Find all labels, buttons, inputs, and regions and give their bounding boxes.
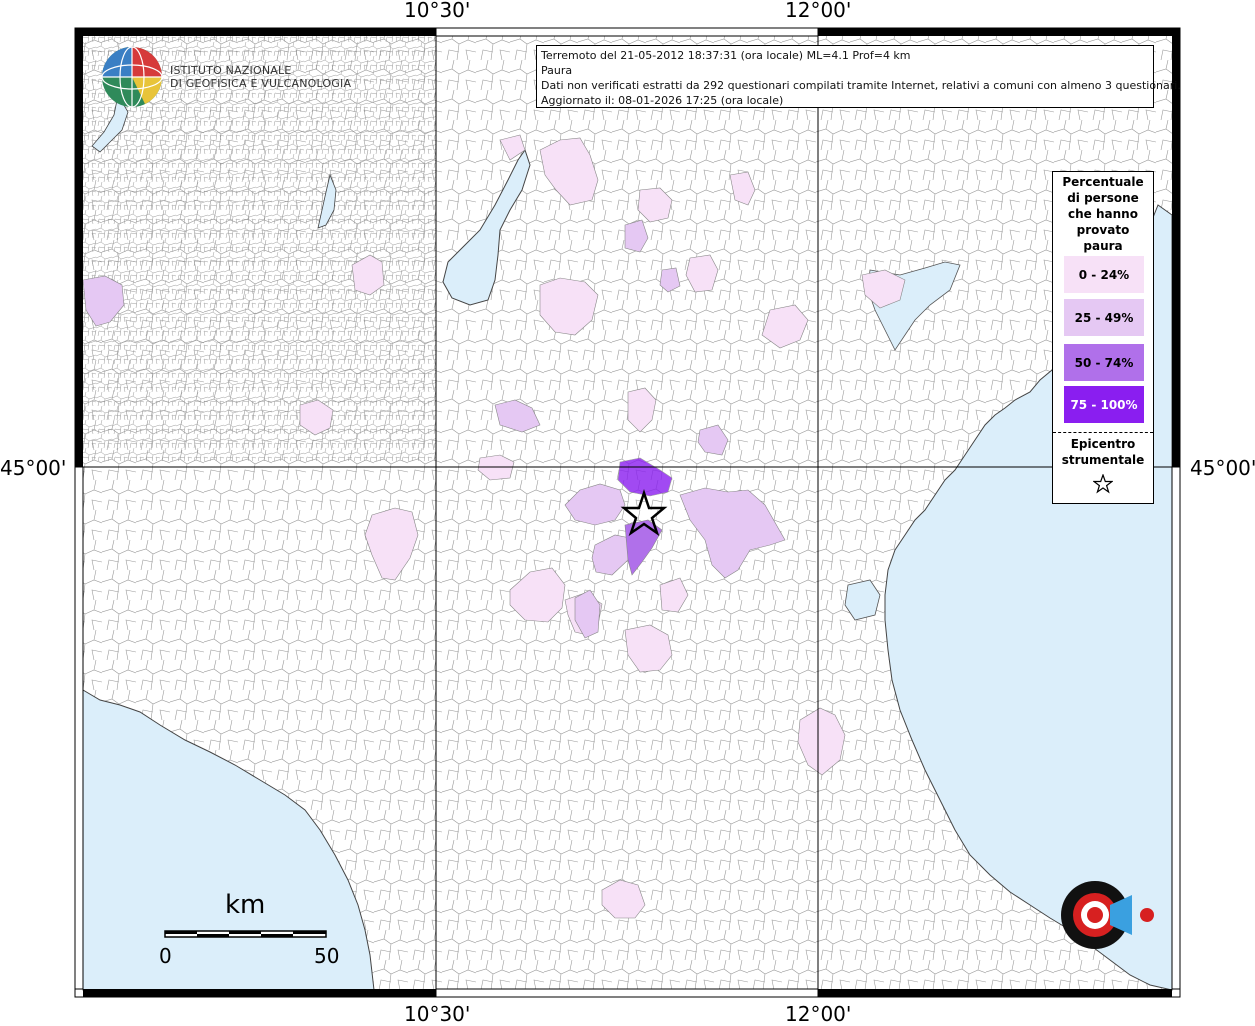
- intensity-map: [74, 27, 1181, 998]
- legend-title-line: che hanno: [1068, 207, 1138, 221]
- legend-item-0-24: 0 - 24%: [1064, 256, 1144, 293]
- legend-item-50-74: 50 - 74%: [1064, 344, 1144, 381]
- legend-divider: [1053, 432, 1153, 433]
- data-disclaimer: Dati non verificati estratti da 292 ques…: [541, 79, 1181, 92]
- event-info-box: Terremoto del 21-05-2012 18:37:31 (ora l…: [536, 45, 1181, 108]
- legend-item-label: 50 - 74%: [1074, 355, 1134, 370]
- legend-title: Percentuale di persone che hanno provato…: [1053, 174, 1153, 254]
- logo-line-2: DI GEOFISICA E VULCANOLOGIA: [170, 77, 352, 90]
- legend-title-line: provato: [1076, 223, 1130, 237]
- scale-start: 0: [159, 944, 172, 968]
- legend-epi-line: strumentale: [1061, 453, 1145, 467]
- ingv-logo-icon: [101, 46, 163, 108]
- legend-title-line: Percentuale: [1062, 175, 1144, 189]
- legend-panel: Percentuale di persone che hanno provato…: [1052, 171, 1154, 504]
- scale-unit: km: [225, 890, 266, 920]
- scale-bar: [164, 930, 327, 938]
- event-title: Terremoto del 21-05-2012 18:37:31 (ora l…: [541, 49, 911, 62]
- map-type: Paura: [541, 64, 573, 77]
- legend-item-25-49: 25 - 49%: [1064, 299, 1144, 336]
- update-time: Aggiornato il: 08-01-2026 17:25 (ora loc…: [541, 94, 784, 107]
- legend-item-label: 0 - 24%: [1078, 267, 1130, 282]
- ingv-logo-text: ISTITUTO NAZIONALE DI GEOFISICA E VULCAN…: [170, 64, 351, 90]
- legend-star-icon: [1093, 474, 1113, 494]
- legend-title-line: paura: [1083, 239, 1123, 253]
- legend-item-label: 25 - 49%: [1074, 310, 1134, 325]
- legend-title-line: di persone: [1067, 191, 1139, 205]
- logo-line-1: ISTITUTO NAZIONALE: [170, 64, 292, 77]
- legend-epi-line: Epicentro: [1070, 437, 1136, 451]
- scale-end: 50: [314, 944, 340, 968]
- legend-epicenter-title: Epicentro strumentale: [1053, 436, 1153, 468]
- legend-item-label: 75 - 100%: [1070, 397, 1138, 412]
- legend-item-75-100: 75 - 100%: [1064, 386, 1144, 423]
